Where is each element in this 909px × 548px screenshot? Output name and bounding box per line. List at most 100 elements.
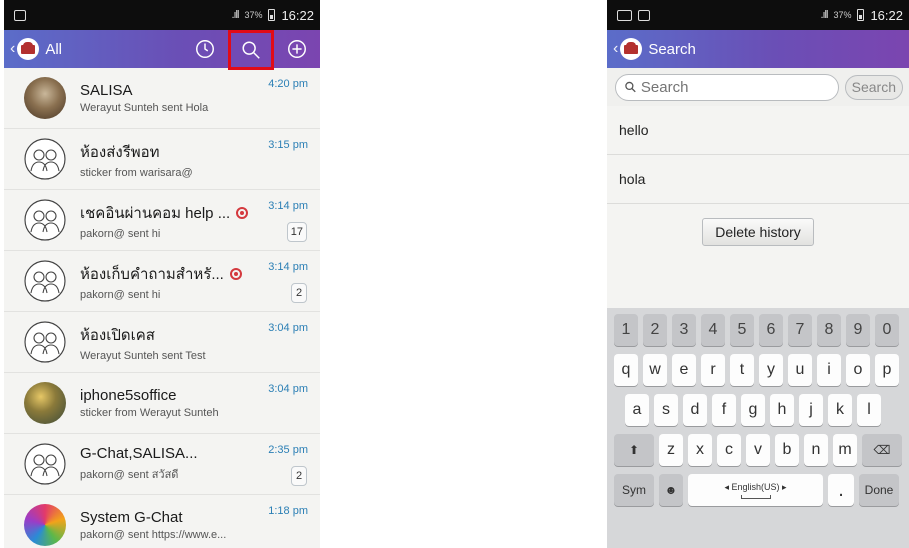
period-key[interactable]: . xyxy=(828,474,854,506)
chat-name: ห้องเปิดเคส xyxy=(80,326,155,344)
chat-time: 3:04 pm xyxy=(268,322,308,334)
key-d[interactable]: d xyxy=(683,394,707,426)
unread-badge: 17 xyxy=(286,222,307,242)
key-e[interactable]: e xyxy=(672,354,696,386)
key-g[interactable]: g xyxy=(741,394,765,426)
key-1[interactable]: 1 xyxy=(614,314,638,346)
key-8[interactable]: 8 xyxy=(817,314,841,346)
appbar-title: All xyxy=(45,40,62,58)
delete-history-button[interactable]: Delete history xyxy=(702,218,814,246)
chat-time: 4:20 pm xyxy=(268,78,308,90)
location-pin-icon xyxy=(236,206,249,219)
key-0[interactable]: 0 xyxy=(875,314,899,346)
key-a[interactable]: a xyxy=(625,394,649,426)
battery-percent: 37% xyxy=(833,10,852,20)
back-chevron-icon[interactable]: ‹ xyxy=(10,40,15,58)
key-3[interactable]: 3 xyxy=(672,314,696,346)
keyboard-row-1: qwertyuiop xyxy=(607,354,909,386)
chat-row[interactable]: G-Chat,SALISA... pakorn@ sent สวัสดี 2:3… xyxy=(4,434,320,495)
key-o[interactable]: o xyxy=(846,354,870,386)
key-5[interactable]: 5 xyxy=(730,314,754,346)
key-b[interactable]: b xyxy=(775,434,799,466)
sym-key[interactable]: Sym xyxy=(614,474,654,506)
key-u[interactable]: u xyxy=(788,354,812,386)
app-bar: ‹ All xyxy=(4,30,320,70)
language-label: ◂ English(US) ▸ xyxy=(724,481,787,492)
chat-name: เชคอินผ่านคอม help ... xyxy=(80,204,231,222)
key-c[interactable]: c xyxy=(717,434,741,466)
key-7[interactable]: 7 xyxy=(788,314,812,346)
key-k[interactable]: k xyxy=(828,394,852,426)
key-z[interactable]: z xyxy=(659,434,683,466)
chat-last-message: Werayut Sunteh sent Test xyxy=(80,349,206,362)
key-r[interactable]: r xyxy=(701,354,725,386)
chat-name: iphone5soffice xyxy=(80,387,177,404)
emoji-key[interactable]: ☻ xyxy=(659,474,683,506)
key-v[interactable]: v xyxy=(746,434,770,466)
keyboard-number-row: 1234567890 xyxy=(607,314,909,346)
key-f[interactable]: f xyxy=(712,394,736,426)
location-pin-icon xyxy=(229,267,242,280)
plus-circle-icon xyxy=(288,40,306,58)
back-chevron-icon[interactable]: ‹ xyxy=(613,40,618,58)
battery-icon xyxy=(857,9,865,21)
chat-time: 3:14 pm xyxy=(268,261,308,273)
chat-last-message: pakorn@ sent hi xyxy=(80,227,161,240)
key-l[interactable]: l xyxy=(857,394,881,426)
group-avatar-icon xyxy=(24,260,66,302)
chat-row[interactable]: เชคอินผ่านคอม help ... pakorn@ sent hi 3… xyxy=(4,190,320,251)
key-w[interactable]: w xyxy=(643,354,667,386)
key-9[interactable]: 9 xyxy=(846,314,870,346)
chat-row[interactable]: ห้องเก็บคำถามสำหรั... pakorn@ sent hi 3:… xyxy=(4,251,320,312)
key-i[interactable]: i xyxy=(817,354,841,386)
history-footer: Delete history xyxy=(607,204,909,308)
unread-badge: 2 xyxy=(291,466,307,486)
app-logo-icon[interactable] xyxy=(17,38,40,60)
chat-row[interactable]: SALISA Werayut Sunteh sent Hola 4:20 pm xyxy=(4,68,320,129)
key-4[interactable]: 4 xyxy=(701,314,725,346)
key-h[interactable]: h xyxy=(770,394,794,426)
key-2[interactable]: 2 xyxy=(643,314,667,346)
chat-last-message: sticker from Werayut Sunteh xyxy=(80,407,219,419)
key-p[interactable]: p xyxy=(875,354,899,386)
app-logo-icon[interactable] xyxy=(620,38,643,60)
search-bar: Search xyxy=(607,68,909,106)
key-t[interactable]: t xyxy=(730,354,754,386)
history-button[interactable] xyxy=(182,30,228,68)
chat-time: 3:04 pm xyxy=(268,383,308,395)
key-s[interactable]: s xyxy=(654,394,678,426)
key-j[interactable]: j xyxy=(799,394,823,426)
key-q[interactable]: q xyxy=(614,354,638,386)
chat-row[interactable]: iphone5soffice sticker from Werayut Sunt… xyxy=(4,373,320,434)
status-bar: .ıll 37% 16:22 xyxy=(4,0,320,30)
search-field[interactable] xyxy=(615,73,839,101)
key-6[interactable]: 6 xyxy=(759,314,783,346)
key-n[interactable]: n xyxy=(804,434,828,466)
search-icon xyxy=(242,41,260,59)
keyboard-row-4: Sym ☻ ◂ English(US) ▸ . Done xyxy=(607,474,909,506)
space-key[interactable]: ◂ English(US) ▸ xyxy=(688,474,823,506)
chat-row[interactable]: System G-Chat pakorn@ sent https://www.e… xyxy=(4,495,320,548)
signal-icon: .ıll xyxy=(231,9,239,21)
shift-key[interactable]: ⬆ xyxy=(614,434,654,466)
search-history-list: hello hola xyxy=(607,106,909,204)
key-x[interactable]: x xyxy=(688,434,712,466)
chat-row[interactable]: ห้องเปิดเคส Werayut Sunteh sent Test 3:0… xyxy=(4,312,320,373)
chat-name: System G-Chat xyxy=(80,509,183,526)
history-item[interactable]: hello xyxy=(607,106,909,155)
chat-row[interactable]: ห้องส่งรีพอท sticker from warisara@ 3:15… xyxy=(4,129,320,190)
keyboard: 1234567890 qwertyuiop asdfghjkl ⬆ zxcvbn… xyxy=(607,308,909,548)
search-button[interactable] xyxy=(228,30,274,70)
done-key[interactable]: Done xyxy=(859,474,899,506)
battery-icon xyxy=(268,9,276,21)
key-m[interactable]: m xyxy=(833,434,857,466)
backspace-key[interactable]: ⌫ xyxy=(862,434,902,466)
search-submit-button[interactable]: Search xyxy=(844,74,903,100)
battery-percent: 37% xyxy=(244,10,263,20)
history-item[interactable]: hola xyxy=(607,155,909,204)
search-input[interactable] xyxy=(640,78,838,96)
chat-last-message: pakorn@ sent hi xyxy=(80,288,161,301)
key-y[interactable]: y xyxy=(759,354,783,386)
add-button[interactable] xyxy=(274,30,320,68)
group-avatar-icon xyxy=(24,138,66,180)
